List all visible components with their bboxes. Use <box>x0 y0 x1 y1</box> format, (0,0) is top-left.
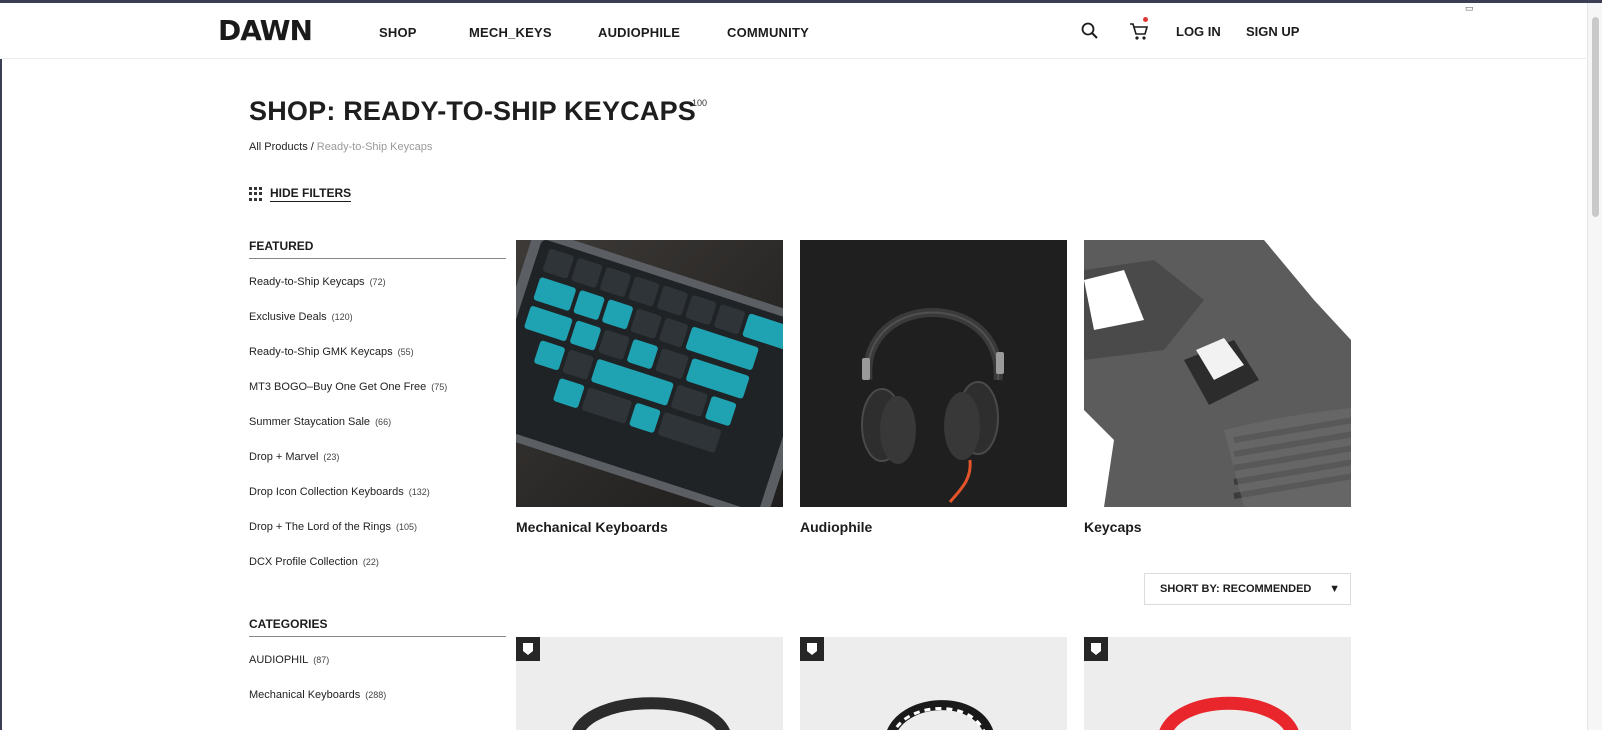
breadcrumb-all-products[interactable]: All Products <box>249 141 308 153</box>
filter-item-label: Exclusive Deals <box>249 311 327 323</box>
badge-icon <box>1084 637 1108 661</box>
categories-heading: CATEGORIES <box>249 617 506 637</box>
filter-item-label: Drop + Marvel <box>249 451 319 463</box>
category-card-audiophile[interactable]: Audiophile <box>800 240 1067 535</box>
filter-item[interactable]: MT3 BOGO–Buy One Get One Free (75) <box>249 370 506 405</box>
category-card-name: Audiophile <box>800 519 873 535</box>
featured-filter-section: FEATURED Ready-to-Ship Keycaps (72) Exclu… <box>249 239 506 580</box>
filter-item-label: Ready-to-Ship GMK Keycaps <box>249 346 393 358</box>
window-left-border <box>0 0 2 730</box>
filter-item-count: (22) <box>362 557 379 567</box>
filter-item[interactable]: DCX Profile Collection (22) <box>249 545 506 580</box>
product-card[interactable] <box>1084 637 1351 730</box>
categories-filter-section: CATEGORIES AUDIOPHIL (87) Mechanical Keyb… <box>249 617 506 713</box>
filter-item-count: (87) <box>313 655 330 665</box>
headphones-product-image <box>887 700 993 730</box>
filter-item-count: (105) <box>395 522 417 532</box>
brand-logo[interactable]: DAWN <box>218 14 313 47</box>
category-card-keycaps[interactable]: Keycaps <box>1084 240 1351 535</box>
filter-item-label: Summer Staycation Sale <box>249 416 371 428</box>
breadcrumb-current: Ready-to-Ship Keycaps <box>316 141 433 153</box>
sort-dropdown-label: SHORT BY: RECOMMENDED <box>1160 583 1312 595</box>
filter-item[interactable]: Drop Icon Collection Keyboards (132) <box>249 475 506 510</box>
filter-item[interactable]: Drop + The Lord of the Rings (105) <box>249 510 506 545</box>
nav-shop[interactable]: SHOP <box>379 25 417 40</box>
title-count: 100 <box>692 98 708 108</box>
categories-list: AUDIOPHIL (87) Mechanical Keyboards (288) <box>249 643 506 713</box>
keycaps-image <box>1084 240 1351 507</box>
product-card[interactable] <box>800 637 1067 730</box>
page-title: SHOP: READY-TO-SHIP KEYCAPS <box>249 96 696 126</box>
filter-item[interactable]: Ready-to-Ship GMK Keycaps (55) <box>249 335 506 370</box>
headphones-image <box>800 240 1067 507</box>
filter-item-count: (72) <box>369 277 386 287</box>
cart-notification-dot <box>1143 17 1148 22</box>
filter-item[interactable]: Drop + Marvel (23) <box>249 440 506 475</box>
sort-dropdown[interactable]: SHORT BY: RECOMMENDED ▼ <box>1144 573 1351 605</box>
signup-link[interactable]: SIGN UP <box>1246 24 1299 39</box>
filter-item-count: (120) <box>331 312 353 322</box>
filter-item-label: MT3 BOGO–Buy One Get One Free <box>249 381 427 393</box>
filter-item-label: Drop + The Lord of the Rings <box>249 521 391 533</box>
category-card-mechanical-keyboards[interactable]: Mechanical Keyboards <box>516 240 783 535</box>
filter-item-label: Drop Icon Collection Keyboards <box>249 486 404 498</box>
filter-item-label: DCX Profile Collection <box>249 556 358 568</box>
filter-item[interactable]: AUDIOPHIL (87) <box>249 643 506 678</box>
filter-item[interactable]: Mechanical Keyboards (288) <box>249 678 506 713</box>
category-card-name: Keycaps <box>1084 519 1142 535</box>
badge-icon <box>516 637 540 661</box>
filter-item-count: (132) <box>408 487 430 497</box>
search-icon[interactable] <box>1080 21 1100 41</box>
grid-icon <box>249 187 263 201</box>
nav-mech-keys[interactable]: MECH_KEYS <box>469 25 552 40</box>
nav-community[interactable]: COMMUNITY <box>727 25 809 40</box>
filter-item-count: (55) <box>397 347 414 357</box>
filter-item-count: (75) <box>431 382 448 392</box>
category-card-name: Mechanical Keyboards <box>516 519 668 535</box>
login-link[interactable]: LOG IN <box>1176 24 1221 39</box>
chevron-down-icon: ▼ <box>1329 583 1340 595</box>
page-scrollbar[interactable] <box>1587 3 1602 730</box>
filter-item-count: (66) <box>375 417 392 427</box>
badge-icon <box>800 637 824 661</box>
hide-filters-button[interactable]: HIDE FILTERS <box>249 186 352 202</box>
headphones-product-image <box>572 697 730 730</box>
filter-item-count: (288) <box>365 690 387 700</box>
filter-item[interactable]: Summer Staycation Sale (66) <box>249 405 506 440</box>
keyboard-image <box>516 240 783 507</box>
breadcrumb-separator: / <box>310 141 314 153</box>
filter-item-label: Ready-to-Ship Keycaps <box>249 276 365 288</box>
filter-item[interactable]: Ready-to-Ship Keycaps (72) <box>249 265 506 300</box>
nav-audiophile[interactable]: AUDIOPHILE <box>598 25 680 40</box>
headphones-product-image <box>1159 696 1299 730</box>
filter-item-label: AUDIOPHIL <box>249 654 309 666</box>
brand-logo-text: DAWN <box>218 14 313 47</box>
site-header: DAWN SHOP MECH_KEYS AUDIOPHILE COMMUNITY… <box>0 3 1586 59</box>
filter-item-label: Mechanical Keyboards <box>249 689 361 701</box>
scrollbar-thumb[interactable] <box>1592 17 1599 217</box>
window-control-icon[interactable]: ▭ <box>1465 3 1474 14</box>
filter-item-count: (23) <box>323 452 340 462</box>
cart-icon[interactable] <box>1128 20 1150 42</box>
breadcrumb: All Products / Ready-to-Ship Keycaps <box>249 141 432 153</box>
hide-filters-label: HIDE FILTERS <box>270 186 352 202</box>
product-card[interactable] <box>516 637 783 730</box>
featured-list: Ready-to-Ship Keycaps (72) Exclusive Deal… <box>249 265 506 580</box>
featured-heading: FEATURED <box>249 239 506 259</box>
filter-item[interactable]: Exclusive Deals (120) <box>249 300 506 335</box>
